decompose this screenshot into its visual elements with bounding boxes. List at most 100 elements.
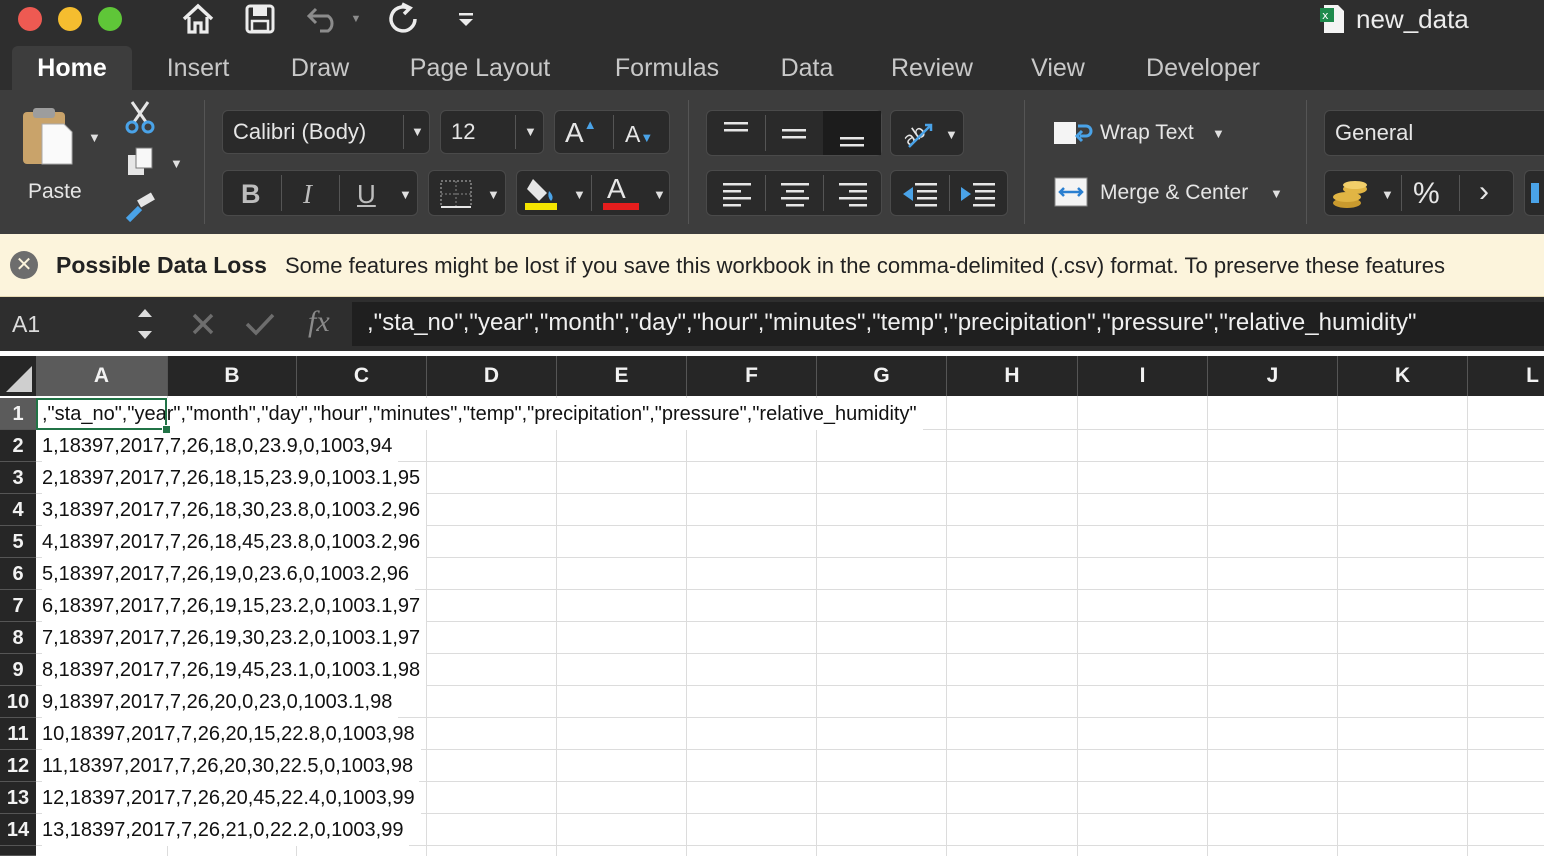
- align-bottom-icon[interactable]: [837, 119, 867, 147]
- column-header-l[interactable]: L: [1468, 356, 1544, 396]
- save-icon[interactable]: [243, 0, 277, 38]
- paste-icon[interactable]: [20, 106, 76, 168]
- row-header-12[interactable]: 12: [0, 750, 36, 782]
- column-header-g[interactable]: G: [817, 356, 947, 396]
- cell-a1[interactable]: ,"sta_no","year","month","day","hour","m…: [42, 398, 923, 430]
- accounting-dropdown-icon[interactable]: ▼: [1381, 187, 1394, 202]
- tab-formulas[interactable]: Formulas: [598, 46, 736, 90]
- cell-a7[interactable]: 6,18397,2017,7,26,19,15,23.2,0,1003.1,97: [42, 590, 427, 622]
- insert-function-button[interactable]: fx: [308, 305, 330, 339]
- font-color-letter[interactable]: A: [607, 173, 626, 205]
- row-header-8[interactable]: 8: [0, 622, 36, 654]
- row-header-2[interactable]: 2: [0, 430, 36, 462]
- column-header-f[interactable]: F: [687, 356, 817, 396]
- tab-data[interactable]: Data: [766, 46, 848, 90]
- row-header-14[interactable]: 14: [0, 814, 36, 846]
- wrap-text-dropdown-icon[interactable]: ▼: [1212, 126, 1225, 141]
- paste-label[interactable]: Paste: [28, 180, 82, 204]
- cell-a2[interactable]: 1,18397,2017,7,26,18,0,23.9,0,1003,94: [42, 430, 399, 462]
- home-icon[interactable]: [178, 0, 218, 38]
- row-header-9[interactable]: 9: [0, 654, 36, 686]
- tab-view[interactable]: View: [1016, 46, 1100, 90]
- confirm-formula-icon[interactable]: [244, 311, 276, 337]
- row-header-5[interactable]: 5: [0, 526, 36, 558]
- tab-home[interactable]: Home: [12, 46, 132, 90]
- align-right-icon[interactable]: [837, 179, 869, 209]
- tab-draw[interactable]: Draw: [276, 46, 364, 90]
- font-name-select[interactable]: Calibri (Body) ▼: [222, 110, 430, 154]
- cell-a10[interactable]: 9,18397,2017,7,26,20,0,23,0,1003.1,98: [42, 686, 399, 718]
- cell-a4[interactable]: 3,18397,2017,7,26,18,30,23.8,0,1003.2,96: [42, 494, 427, 526]
- increase-indent-icon[interactable]: [959, 179, 997, 209]
- cell-grid[interactable]: ,"sta_no","year","month","day","hour","m…: [36, 396, 1544, 856]
- formula-input[interactable]: ,"sta_no","year","month","day","hour","m…: [352, 302, 1544, 346]
- highlight-dropdown-icon[interactable]: ▼: [573, 187, 586, 202]
- name-box[interactable]: A1: [0, 297, 164, 351]
- align-top-icon[interactable]: [721, 119, 751, 147]
- tab-review[interactable]: Review: [876, 46, 988, 90]
- underline-dropdown-icon[interactable]: ▼: [399, 187, 412, 202]
- row-header-1[interactable]: 1: [0, 398, 36, 430]
- tab-page-layout[interactable]: Page Layout: [394, 46, 566, 90]
- column-header-c[interactable]: C: [297, 356, 427, 396]
- cell-a12[interactable]: 11,18397,2017,7,26,20,30,22.5,0,1003,98: [42, 750, 420, 782]
- row-header-4[interactable]: 4: [0, 494, 36, 526]
- close-window-button[interactable]: [18, 7, 42, 31]
- cell-a8[interactable]: 7,18397,2017,7,26,19,30,23.2,0,1003.1,97: [42, 622, 427, 654]
- redo-icon[interactable]: [384, 0, 422, 38]
- wrap-text-icon[interactable]: [1052, 118, 1094, 148]
- customize-toolbar-icon[interactable]: [455, 0, 477, 38]
- percent-style-button[interactable]: %: [1413, 177, 1440, 211]
- wrap-text-button[interactable]: Wrap Text: [1100, 121, 1194, 145]
- cut-icon[interactable]: [124, 100, 156, 134]
- number-format-select[interactable]: General: [1324, 110, 1544, 156]
- merge-center-button[interactable]: Merge & Center: [1100, 181, 1248, 205]
- column-header-d[interactable]: D: [427, 356, 557, 396]
- grow-font-button[interactable]: A▲: [565, 117, 597, 149]
- copy-icon[interactable]: [126, 146, 156, 178]
- font-size-select[interactable]: 12 ▼: [440, 110, 544, 154]
- cell-a5[interactable]: 4,18397,2017,7,26,18,45,23.8,0,1003.2,96: [42, 526, 427, 558]
- cell-a11[interactable]: 10,18397,2017,7,26,20,15,22.8,0,1003,98: [42, 718, 421, 750]
- row-header-10[interactable]: 10: [0, 686, 36, 718]
- shrink-font-button[interactable]: A▼: [625, 121, 653, 148]
- cell-a13[interactable]: 12,18397,2017,7,26,20,45,22.4,0,1003,99: [42, 782, 421, 814]
- column-header-e[interactable]: E: [557, 356, 687, 396]
- tab-developer[interactable]: Developer: [1128, 46, 1278, 90]
- row-header-11[interactable]: 11: [0, 718, 36, 750]
- undo-icon[interactable]: [304, 0, 344, 38]
- column-header-h[interactable]: H: [947, 356, 1078, 396]
- underline-button[interactable]: U: [357, 179, 376, 210]
- name-box-stepper-icon[interactable]: [136, 305, 154, 343]
- decrease-indent-icon[interactable]: [901, 179, 939, 209]
- select-all-button[interactable]: [0, 356, 36, 396]
- row-header-6[interactable]: 6: [0, 558, 36, 590]
- row-header-3[interactable]: 3: [0, 462, 36, 494]
- increase-decimal-button[interactable]: [1524, 170, 1544, 216]
- row-header-15-partial[interactable]: [0, 846, 36, 856]
- align-center-icon[interactable]: [779, 179, 811, 209]
- tab-insert[interactable]: Insert: [150, 46, 246, 90]
- close-banner-icon[interactable]: ✕: [10, 251, 38, 279]
- cancel-formula-icon[interactable]: [190, 311, 216, 337]
- column-header-a[interactable]: A: [36, 356, 168, 396]
- column-header-b[interactable]: B: [168, 356, 297, 396]
- zoom-window-button[interactable]: [98, 7, 122, 31]
- orientation-button[interactable]: ab ▼: [890, 110, 964, 156]
- merge-center-dropdown-icon[interactable]: ▼: [1270, 186, 1283, 201]
- column-header-i[interactable]: I: [1078, 356, 1208, 396]
- cell-a6[interactable]: 5,18397,2017,7,26,19,0,23.6,0,1003.2,96: [42, 558, 416, 590]
- align-left-icon[interactable]: [721, 179, 753, 209]
- italic-button[interactable]: I: [303, 179, 312, 210]
- minimize-window-button[interactable]: [58, 7, 82, 31]
- copy-dropdown-icon[interactable]: ▼: [170, 156, 183, 171]
- format-painter-icon[interactable]: [124, 192, 158, 223]
- column-header-j[interactable]: J: [1208, 356, 1338, 396]
- font-color-dropdown-icon[interactable]: ▼: [653, 187, 666, 202]
- align-middle-icon[interactable]: [779, 119, 809, 147]
- undo-dropdown-icon[interactable]: ▼: [349, 0, 363, 38]
- highlight-icon[interactable]: [523, 175, 559, 211]
- bold-button[interactable]: B: [241, 179, 261, 210]
- row-header-13[interactable]: 13: [0, 782, 36, 814]
- paste-dropdown-icon[interactable]: ▼: [88, 130, 101, 145]
